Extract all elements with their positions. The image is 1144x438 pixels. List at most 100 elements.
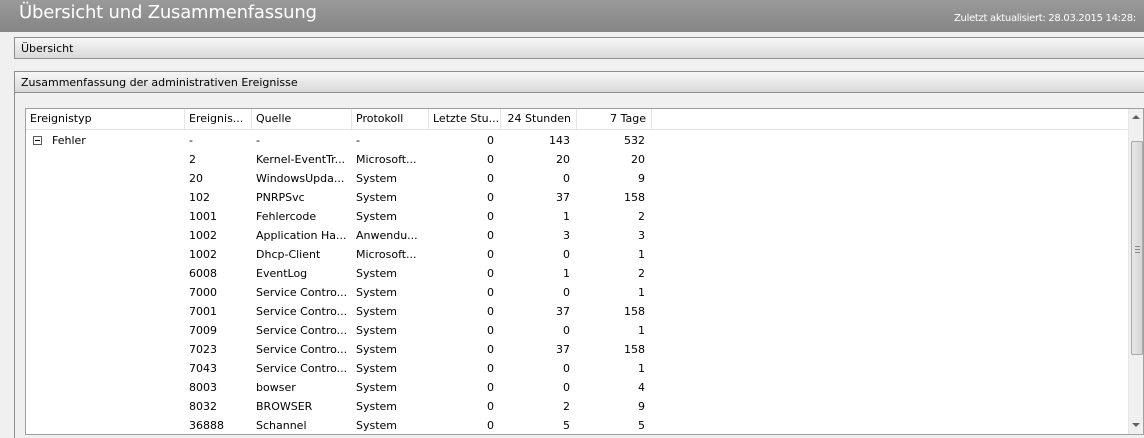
cell-log: System bbox=[356, 267, 398, 280]
cell-log: System bbox=[356, 400, 398, 413]
cell-event-id: 102 bbox=[189, 191, 210, 204]
table-row[interactable]: 1002 Dhcp-Client Microsoft... 0 0 1 bbox=[26, 245, 1127, 264]
cell-event-id: 7001 bbox=[189, 305, 217, 318]
column-header-event-type[interactable]: Ereignistyp bbox=[26, 109, 185, 129]
scroll-down-icon[interactable] bbox=[1132, 423, 1140, 427]
cell-7-days: 2 bbox=[638, 267, 645, 280]
cell-log: Anwendu... bbox=[356, 229, 418, 242]
table-row[interactable]: 8003 bowser System 0 0 4 bbox=[26, 378, 1127, 397]
page-title: Übersicht und Zusammenfassung bbox=[19, 2, 317, 23]
cell-log: System bbox=[356, 362, 398, 375]
table-row[interactable]: 7043 Service Contro... System 0 0 1 bbox=[26, 359, 1127, 378]
cell-source: Service Contro... bbox=[256, 305, 348, 318]
group-source: - bbox=[256, 134, 260, 147]
cell-24-hours: 0 bbox=[563, 172, 570, 185]
last-updated-label: Zuletzt aktualisiert: 28.03.2015 14:28: bbox=[954, 13, 1136, 24]
cell-log: System bbox=[356, 286, 398, 299]
table-row[interactable]: 1002 Application Ha... Anwendu... 0 3 3 bbox=[26, 226, 1127, 245]
cell-log: System bbox=[356, 172, 398, 185]
vertical-scrollbar[interactable] bbox=[1128, 109, 1143, 434]
cell-24-hours: 0 bbox=[563, 381, 570, 394]
table-row[interactable]: 36888 Schannel System 0 5 5 bbox=[26, 416, 1127, 434]
scrollbar-thumb[interactable] bbox=[1131, 141, 1143, 355]
events-grid: Ereignistyp Ereignis... Quelle Protokoll… bbox=[25, 108, 1144, 435]
cell-log: System bbox=[356, 419, 398, 432]
group-last-hour: 0 bbox=[487, 134, 494, 147]
column-header-event-id[interactable]: Ereignis... bbox=[185, 109, 252, 129]
cell-source: Application Ha... bbox=[256, 229, 347, 242]
cell-24-hours: 3 bbox=[563, 229, 570, 242]
group-event-id: - bbox=[189, 134, 193, 147]
cell-last-hour: 0 bbox=[487, 305, 494, 318]
cell-source: Service Contro... bbox=[256, 343, 348, 356]
cell-last-hour: 0 bbox=[487, 191, 494, 204]
cell-24-hours: 1 bbox=[563, 267, 570, 280]
cell-log: System bbox=[356, 305, 398, 318]
cell-24-hours: 37 bbox=[556, 191, 570, 204]
grip-icon bbox=[1135, 246, 1140, 253]
cell-log: Microsoft... bbox=[356, 248, 417, 261]
column-header-7-days[interactable]: 7 Tage bbox=[577, 109, 652, 129]
cell-last-hour: 0 bbox=[487, 210, 494, 223]
cell-log: System bbox=[356, 210, 398, 223]
table-row[interactable]: 7009 Service Contro... System 0 0 1 bbox=[26, 321, 1127, 340]
cell-event-id: 7023 bbox=[189, 343, 217, 356]
group-row-fehler[interactable]: Fehler - - - 0 143 532 bbox=[26, 131, 1127, 150]
group-24-hours: 143 bbox=[549, 134, 570, 147]
cell-last-hour: 0 bbox=[487, 248, 494, 261]
table-row[interactable]: 7001 Service Contro... System 0 37 158 bbox=[26, 302, 1127, 321]
cell-log: System bbox=[356, 324, 398, 337]
cell-source: Schannel bbox=[256, 419, 307, 432]
group-label: Fehler bbox=[52, 134, 86, 147]
table-row[interactable]: 20 WindowsUpda... System 0 0 9 bbox=[26, 169, 1127, 188]
cell-7-days: 2 bbox=[638, 210, 645, 223]
cell-24-hours: 1 bbox=[563, 210, 570, 223]
cell-source: PNRPSvc bbox=[256, 191, 305, 204]
cell-source: bowser bbox=[256, 381, 296, 394]
column-header-last-hour[interactable]: Letzte Stu... bbox=[429, 109, 501, 129]
table-row[interactable]: 6008 EventLog System 0 1 2 bbox=[26, 264, 1127, 283]
title-bar: Übersicht und Zusammenfassung Zuletzt ak… bbox=[0, 0, 1144, 32]
cell-source: Kernel-EventTr... bbox=[256, 153, 346, 166]
section-overview-label: Übersicht bbox=[21, 42, 74, 55]
cell-event-id: 7009 bbox=[189, 324, 217, 337]
table-row[interactable]: 102 PNRPSvc System 0 37 158 bbox=[26, 188, 1127, 207]
cell-7-days: 1 bbox=[638, 324, 645, 337]
table-row[interactable]: 7023 Service Contro... System 0 37 158 bbox=[26, 340, 1127, 359]
table-row[interactable]: 8032 BROWSER System 0 2 9 bbox=[26, 397, 1127, 416]
column-header-24-hours[interactable]: 24 Stunden bbox=[501, 109, 577, 129]
cell-event-id: 2 bbox=[189, 153, 196, 166]
cell-7-days: 5 bbox=[638, 419, 645, 432]
cell-7-days: 158 bbox=[624, 191, 645, 204]
cell-last-hour: 0 bbox=[487, 400, 494, 413]
cell-last-hour: 0 bbox=[487, 343, 494, 356]
cell-24-hours: 37 bbox=[556, 343, 570, 356]
table-row[interactable]: 2 Kernel-EventTr... Microsoft... 0 20 20 bbox=[26, 150, 1127, 169]
table-row[interactable]: 7000 Service Contro... System 0 0 1 bbox=[26, 283, 1127, 302]
cell-24-hours: 0 bbox=[563, 362, 570, 375]
cell-event-id: 1001 bbox=[189, 210, 217, 223]
cell-24-hours: 5 bbox=[563, 419, 570, 432]
cell-log: System bbox=[356, 191, 398, 204]
cell-source: WindowsUpda... bbox=[256, 172, 345, 185]
column-header-source[interactable]: Quelle bbox=[252, 109, 352, 129]
section-summary-header[interactable]: Zusammenfassung der administrativen Erei… bbox=[14, 71, 1144, 93]
cell-source: Service Contro... bbox=[256, 362, 348, 375]
cell-24-hours: 2 bbox=[563, 400, 570, 413]
cell-last-hour: 0 bbox=[487, 229, 494, 242]
cell-source: Service Contro... bbox=[256, 286, 348, 299]
cell-7-days: 158 bbox=[624, 343, 645, 356]
table-row[interactable]: 1001 Fehlercode System 0 1 2 bbox=[26, 207, 1127, 226]
column-header-log[interactable]: Protokoll bbox=[352, 109, 429, 129]
section-summary-label: Zusammenfassung der administrativen Erei… bbox=[21, 76, 298, 89]
cell-event-id: 7000 bbox=[189, 286, 217, 299]
group-log: - bbox=[356, 134, 360, 147]
cell-source: Service Contro... bbox=[256, 324, 348, 337]
grid-header: Ereignistyp Ereignis... Quelle Protokoll… bbox=[26, 109, 1127, 130]
minus-box-icon[interactable] bbox=[33, 136, 42, 145]
group-7-days: 532 bbox=[624, 134, 645, 147]
cell-last-hour: 0 bbox=[487, 324, 494, 337]
cell-source: Fehlercode bbox=[256, 210, 317, 223]
scroll-up-icon[interactable] bbox=[1132, 115, 1140, 119]
section-overview-header[interactable]: Übersicht bbox=[14, 37, 1144, 59]
